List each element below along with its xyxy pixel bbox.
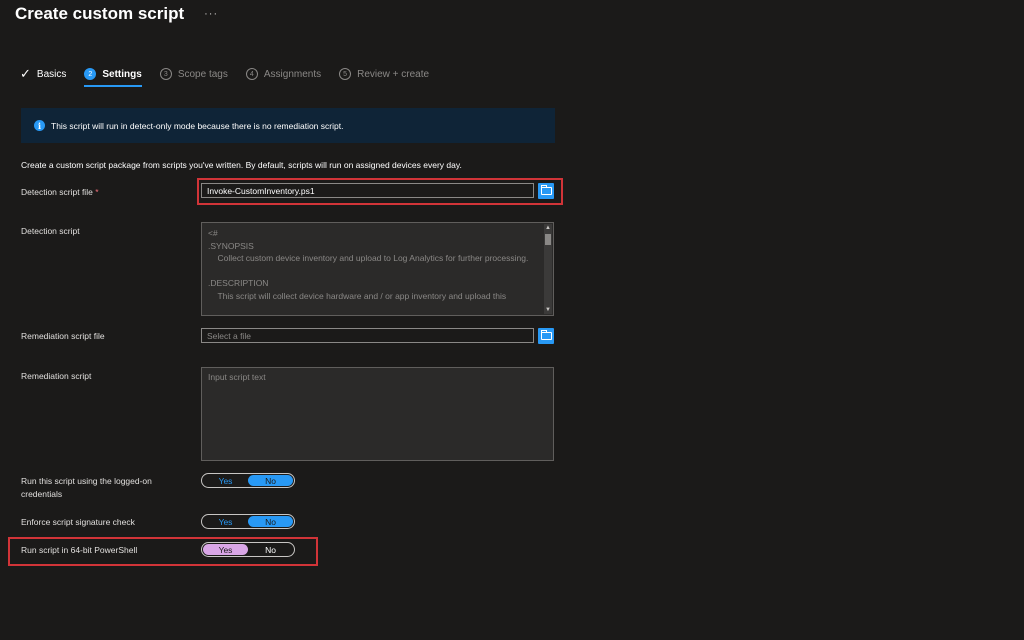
tab-label: Settings [102, 68, 142, 80]
signature-check-toggle[interactable]: Yes No [201, 514, 295, 529]
remediation-script-label: Remediation script [21, 371, 92, 381]
remediation-script-input[interactable]: Input script text [201, 367, 554, 461]
vertical-scrollbar[interactable]: ▲ ▼ [544, 224, 552, 314]
detection-script-label: Detection script [21, 226, 80, 236]
more-options-icon[interactable]: ··· [204, 8, 218, 20]
code-line: Collect custom device inventory and uplo… [208, 253, 529, 264]
remediation-file-input[interactable]: Select a file [201, 328, 534, 343]
tab-label: Review + create [357, 68, 430, 80]
tab-basics[interactable]: ✓ Basics [20, 66, 66, 82]
detection-file-label-text: Detection script file [21, 187, 93, 197]
toggle-no-option[interactable]: No [248, 475, 293, 486]
tab-assignments[interactable]: 4 Assignments [245, 66, 322, 82]
step-number: 3 [159, 68, 172, 80]
info-banner-text: This script will run in detect-only mode… [51, 120, 344, 131]
logged-on-toggle[interactable]: Yes No [201, 473, 295, 488]
tab-label: Scope tags [177, 68, 228, 80]
browse-remediation-file-button[interactable] [538, 328, 554, 344]
tab-settings[interactable]: 2 Settings [84, 66, 143, 87]
folder-icon [540, 330, 552, 340]
toggle-yes-option[interactable]: Yes [203, 516, 248, 527]
scroll-up-icon[interactable]: ▲ [544, 224, 552, 232]
wizard-steps: ✓ Basics 2 Settings 3 Scope tags 4 Assig… [20, 66, 447, 87]
step-number: 2 [84, 68, 97, 80]
tab-review-create[interactable]: 5 Review + create [339, 66, 429, 82]
code-line: .SYNOPSIS [208, 240, 254, 251]
code-line: <# [208, 228, 218, 238]
code-line: .DESCRIPTION [208, 278, 269, 289]
page-title: Create custom script [15, 4, 185, 23]
detection-script-editor[interactable]: <# .SYNOPSIS Collect custom device inven… [201, 222, 554, 316]
signature-check-label: Enforce script signature check [21, 517, 135, 527]
highlight-box [197, 178, 563, 205]
info-banner: i This script will run in detect-only mo… [21, 108, 555, 143]
highlight-box [8, 537, 318, 566]
toggle-yes-option[interactable]: Yes [203, 475, 248, 486]
scrollbar-thumb[interactable] [545, 234, 551, 245]
step-number: 5 [339, 68, 352, 80]
checkmark-icon: ✓ [20, 66, 31, 81]
logged-on-label: Run this script using the logged-on cred… [21, 476, 152, 499]
step-number: 4 [245, 68, 258, 80]
info-icon: i [34, 120, 45, 131]
tab-label: Assignments [263, 68, 322, 80]
scroll-down-icon[interactable]: ▼ [544, 306, 552, 314]
required-marker: * [95, 187, 99, 197]
remediation-file-label: Remediation script file [21, 331, 105, 341]
detection-file-label: Detection script file * [21, 186, 99, 199]
page-header: Create custom script ··· [15, 4, 218, 24]
toggle-no-option[interactable]: No [248, 516, 293, 527]
tab-label: Basics [36, 68, 67, 80]
tab-scope-tags[interactable]: 3 Scope tags [159, 66, 228, 82]
settings-description: Create a custom script package from scri… [21, 160, 462, 170]
code-line: This script will collect device hardware… [208, 290, 507, 301]
